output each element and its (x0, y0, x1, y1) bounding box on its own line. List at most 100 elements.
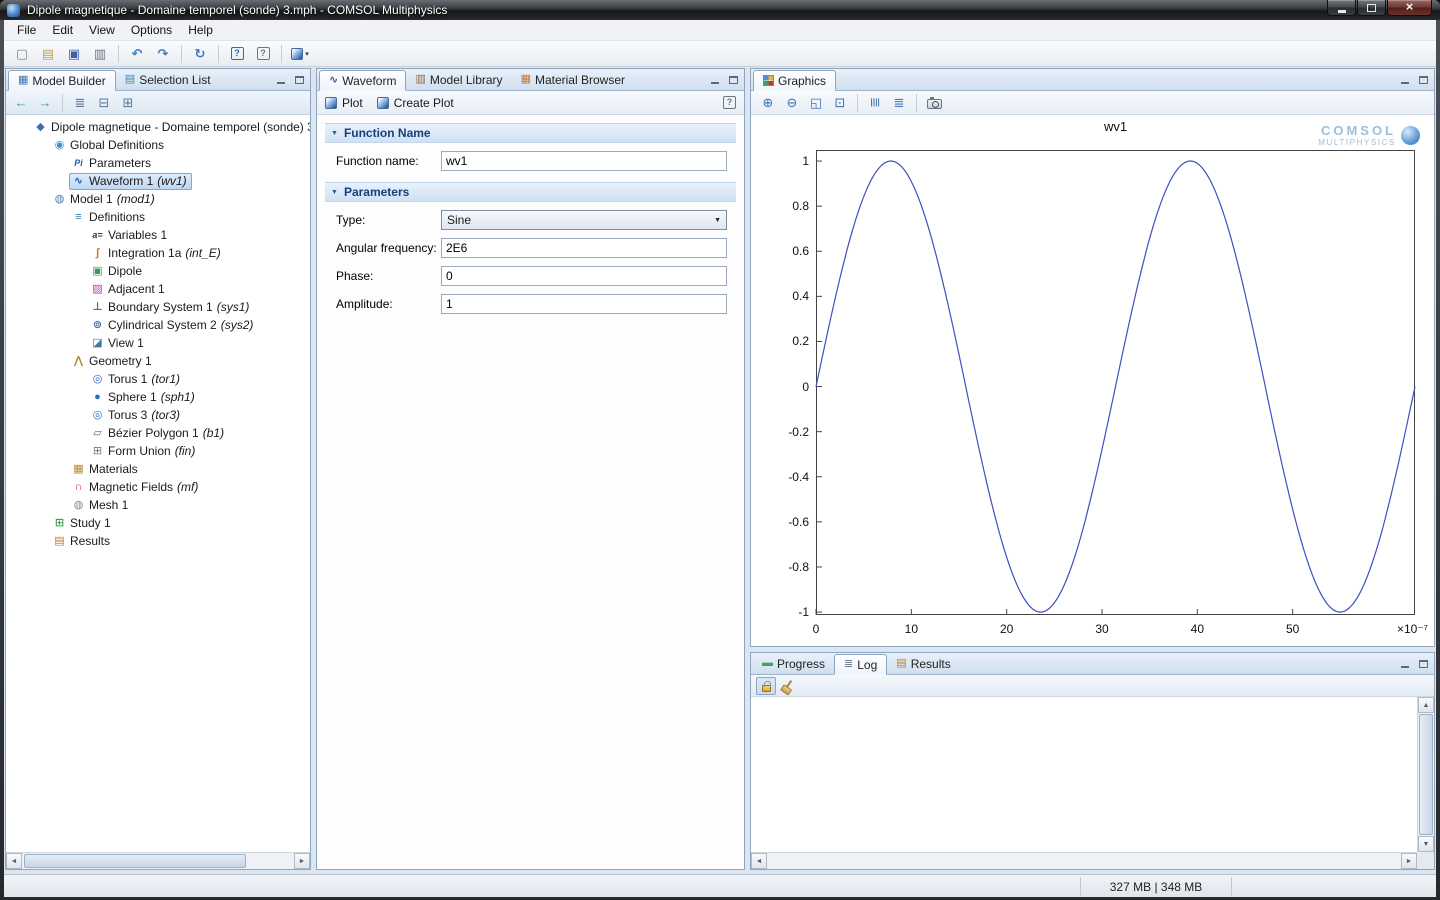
scroll-right-button[interactable] (1401, 853, 1417, 869)
tree-item-mesh-1[interactable]: ◍Mesh 1 (6, 496, 310, 514)
menu-edit[interactable]: Edit (44, 21, 81, 39)
scroll-left-button[interactable] (751, 853, 767, 869)
tree-horizontal-scrollbar[interactable] (6, 852, 310, 869)
create-plot-button[interactable]: Create Plot (377, 96, 454, 110)
save-button[interactable]: ▣ (62, 43, 86, 65)
context-help-button[interactable]: ? (251, 43, 275, 65)
panel-maximize-button[interactable] (1417, 73, 1430, 86)
tab-results[interactable]: ▤Results (887, 653, 959, 674)
tree-item-cylindrical-system-2[interactable]: ⊚Cylindrical System 2(sys2) (6, 316, 310, 334)
scroll-left-button[interactable] (6, 853, 22, 869)
menu-file[interactable]: File (9, 21, 44, 39)
amplitude-input[interactable] (441, 294, 727, 314)
help-icon: ? (231, 47, 244, 60)
tree-item-b-zier-polygon-1[interactable]: ▱Bézier Polygon 1(b1) (6, 424, 310, 442)
show-tree-button[interactable]: ≣ (69, 93, 91, 113)
collapse-all-button[interactable]: ⊟ (93, 93, 115, 113)
tab-waveform[interactable]: ∿Waveform (319, 70, 406, 91)
scroll-thumb[interactable] (1419, 714, 1433, 835)
section-function-name[interactable]: ▼Function Name (325, 123, 736, 143)
tree-item-global-definitions[interactable]: ◉Global Definitions (6, 136, 310, 154)
maximize-button[interactable] (1357, 0, 1386, 16)
function-name-input[interactable] (441, 151, 727, 171)
tab-graphics[interactable]: Graphics (753, 70, 836, 91)
log-horizontal-scrollbar[interactable] (751, 852, 1417, 869)
menu-view[interactable]: View (81, 21, 123, 39)
open-file-button[interactable]: ▤ (36, 43, 60, 65)
tree-item-label: Boundary System 1 (106, 300, 213, 314)
settings-help-button[interactable]: ? (723, 96, 736, 109)
log-vertical-scrollbar[interactable] (1417, 697, 1434, 852)
panel-maximize-button[interactable] (727, 73, 740, 86)
zoom-out-button[interactable]: ⊖ (781, 93, 803, 113)
zoom-extents-button[interactable]: ⊡ (829, 93, 851, 113)
print-button[interactable]: ▥ (88, 43, 112, 65)
zoom-box-button[interactable]: ◱ (805, 93, 827, 113)
tree-item-view-1[interactable]: ◪View 1 (6, 334, 310, 352)
snapshot-button[interactable] (923, 93, 945, 113)
tree-item-dipole[interactable]: ▣Dipole (6, 262, 310, 280)
tree-item-boundary-system-1[interactable]: ⊥Boundary System 1(sys1) (6, 298, 310, 316)
redo-button[interactable]: ↷ (151, 43, 175, 65)
tree-item-label: Dipole (106, 264, 142, 278)
plot-button[interactable]: Plot (325, 96, 363, 110)
tab-model-library[interactable]: ▥Model Library (406, 69, 511, 90)
menu-options[interactable]: Options (123, 21, 180, 39)
update-button[interactable]: ↻ (188, 43, 212, 65)
tree-item-variables-1[interactable]: a=Variables 1 (6, 226, 310, 244)
panel-minimize-button[interactable] (1398, 657, 1411, 670)
zoom-in-button[interactable]: ⊕ (757, 93, 779, 113)
scroll-right-button[interactable] (294, 853, 310, 869)
tree-item-model-1[interactable]: ◍Model 1(mod1) (6, 190, 310, 208)
tab-selection-list[interactable]: ▤Selection List (116, 69, 220, 90)
tree-item-torus-3[interactable]: ◎Torus 3(tor3) (6, 406, 310, 424)
plot-canvas[interactable]: wv1 COMSOL MULTIPHYSICS 0102030405010.80… (751, 115, 1434, 646)
tree-item-torus-1[interactable]: ◎Torus 1(tor1) (6, 370, 310, 388)
plot-settings-button[interactable]: ▾ (288, 43, 312, 65)
tree-item-definitions[interactable]: ≡Definitions (6, 208, 310, 226)
tree-item-geometry-1[interactable]: ⋀Geometry 1 (6, 352, 310, 370)
scroll-up-button[interactable] (1418, 697, 1434, 713)
help-button[interactable]: ? (225, 43, 249, 65)
minimize-button[interactable] (1327, 0, 1356, 16)
axis-vertical-button[interactable]: ≣ (864, 93, 886, 113)
tab-log[interactable]: ≣Log (834, 654, 887, 675)
type-select[interactable]: Sine▼ (441, 210, 727, 230)
tree-item-adjacent-1[interactable]: ▨Adjacent 1 (6, 280, 310, 298)
tree-item-materials[interactable]: ▦Materials (6, 460, 310, 478)
nav-forward-button[interactable]: → (34, 93, 56, 113)
section-parameters[interactable]: ▼Parameters (325, 182, 736, 202)
tree-item-integration-1a[interactable]: ∫Integration 1a(int_E) (6, 244, 310, 262)
panel-minimize-button[interactable] (274, 73, 287, 86)
tree-item-dipole-magnetique-domaine-temporel-sonde-3[interactable]: ◆Dipole magnetique - Domaine temporel (s… (6, 118, 310, 136)
expand-all-button[interactable]: ⊞ (117, 93, 139, 113)
tree-item-form-union[interactable]: ⊞Form Union(fin) (6, 442, 310, 460)
panel-minimize-button[interactable] (1398, 73, 1411, 86)
tab-progress[interactable]: ▬Progress (753, 653, 834, 674)
tree-item-parameters[interactable]: PiParameters (6, 154, 310, 172)
tab-model-builder[interactable]: ▦Model Builder (8, 70, 116, 91)
panel-minimize-button[interactable] (708, 73, 721, 86)
tree-item-magnetic-fields[interactable]: ∩Magnetic Fields(mf) (6, 478, 310, 496)
scroll-thumb[interactable] (24, 854, 246, 868)
keep-log-button[interactable] (756, 677, 776, 695)
title-bar[interactable]: Dipole magnetique - Domaine temporel (so… (0, 0, 1440, 20)
undo-button[interactable]: ↶ (125, 43, 149, 65)
axis-horizontal-button[interactable]: ≣ (888, 93, 910, 113)
angular-frequency-input[interactable] (441, 238, 727, 258)
tree-item-results[interactable]: ▤Results (6, 532, 310, 550)
log-output[interactable] (751, 697, 1417, 852)
phase-input[interactable] (441, 266, 727, 286)
close-button[interactable]: × (1387, 0, 1432, 16)
new-file-button[interactable]: ▢ (10, 43, 34, 65)
menu-help[interactable]: Help (180, 21, 221, 39)
panel-maximize-button[interactable] (293, 73, 306, 86)
nav-back-button[interactable]: ← (10, 93, 32, 113)
clear-log-button[interactable] (780, 677, 800, 695)
tree-item-study-1[interactable]: ⊞Study 1 (6, 514, 310, 532)
tree-item-sphere-1[interactable]: ●Sphere 1(sph1) (6, 388, 310, 406)
panel-maximize-button[interactable] (1417, 657, 1430, 670)
scroll-down-button[interactable] (1418, 836, 1434, 852)
tab-material-browser[interactable]: ▦Material Browser (512, 69, 634, 90)
tree-item-waveform-1[interactable]: ∿Waveform 1(wv1) (6, 172, 310, 190)
